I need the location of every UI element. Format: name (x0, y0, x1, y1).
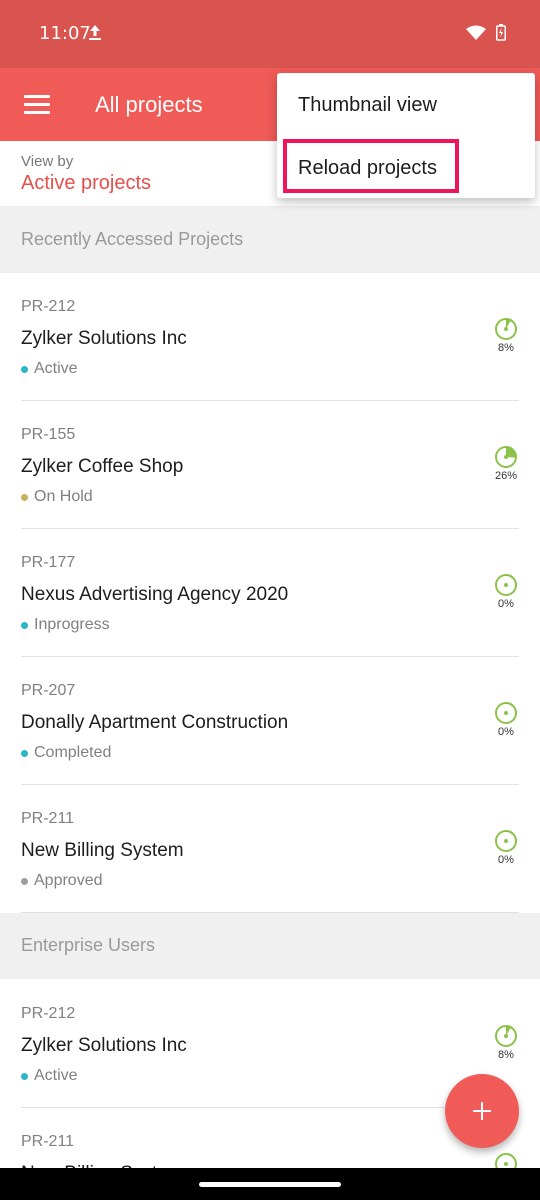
section-title: Recently Accessed Projects (21, 229, 244, 249)
project-id: PR-211 (21, 810, 75, 827)
project-id: PR-212 (21, 298, 76, 315)
progress-indicator: 0% (493, 701, 519, 738)
status-label: Approved (34, 872, 103, 889)
project-id: PR-211 (21, 1133, 75, 1150)
project-row[interactable]: PR-207 Donally Apartment Construction Co… (0, 657, 540, 785)
home-gesture-handle[interactable] (199, 1182, 341, 1187)
status-dot (21, 493, 28, 501)
progress-percent: 0% (498, 726, 514, 738)
project-name: Zylker Coffee Shop (21, 456, 184, 477)
status-label: Active (34, 360, 78, 377)
progress-percent: 0% (498, 598, 514, 610)
status-dot (21, 877, 28, 885)
status-label: Active (34, 1067, 78, 1084)
progress-ring-icon (493, 445, 519, 469)
system-nav-bar (0, 1168, 540, 1200)
progress-percent: 26% (494, 470, 518, 482)
menu-item-reload-projects[interactable]: Reload projects (298, 157, 437, 180)
menu-item-thumbnail-view[interactable]: Thumbnail view (298, 94, 437, 117)
project-id: PR-155 (21, 426, 76, 443)
project-row[interactable]: PR-211 New Billing System Approved 0% (0, 785, 540, 913)
view-by-value[interactable]: Active projects (21, 172, 151, 195)
battery-icon (496, 24, 506, 46)
project-status: Active (21, 360, 78, 378)
progress-ring-icon (493, 701, 519, 725)
status-label: Inprogress (34, 616, 110, 633)
project-status: Approved (21, 872, 103, 890)
project-id: PR-212 (21, 1005, 76, 1022)
project-row[interactable]: PR-212 Zylker Solutions Inc Active 8% (0, 273, 540, 401)
progress-indicator: 26% (493, 445, 519, 482)
progress-ring-icon (493, 1024, 519, 1048)
progress-percent: 8% (498, 1049, 514, 1061)
project-row[interactable]: PR-155 Zylker Coffee Shop On Hold 26% (0, 401, 540, 529)
status-dot (21, 365, 28, 373)
progress-ring-icon (493, 317, 519, 341)
project-name: Zylker Solutions Inc (21, 1035, 187, 1056)
status-dot (21, 621, 28, 629)
project-id: PR-177 (21, 554, 76, 571)
progress-percent: 0% (498, 854, 514, 866)
project-name: Zylker Solutions Inc (21, 328, 187, 349)
page-title: All projects (95, 92, 203, 117)
progress-percent: 8% (498, 342, 514, 354)
project-status: Active (21, 1067, 78, 1085)
section-header-enterprise: Enterprise Users (0, 913, 540, 979)
progress-indicator: 0% (493, 573, 519, 610)
project-name: Donally Apartment Construction (21, 712, 289, 733)
status-label: On Hold (34, 488, 93, 505)
add-project-button[interactable] (445, 1074, 519, 1148)
project-status: On Hold (21, 488, 93, 506)
status-bar: 11:07 (0, 0, 540, 68)
section-header-recent: Recently Accessed Projects (0, 207, 540, 273)
project-id: PR-207 (21, 682, 76, 699)
status-label: Completed (34, 744, 112, 761)
section-title: Enterprise Users (21, 935, 156, 955)
wifi-icon (466, 25, 486, 46)
project-status: Inprogress (21, 616, 110, 634)
progress-ring-icon (493, 829, 519, 853)
hamburger-menu-icon[interactable] (24, 95, 50, 115)
upload-icon (88, 24, 102, 47)
progress-indicator: 8% (493, 1024, 519, 1061)
project-row[interactable]: PR-177 Nexus Advertising Agency 2020 Inp… (0, 529, 540, 657)
progress-ring-icon (493, 573, 519, 597)
progress-indicator: 0% (493, 829, 519, 866)
status-time: 11:07 (39, 23, 91, 44)
project-name: New Billing System (21, 840, 184, 861)
view-by-label: View by (21, 153, 74, 170)
status-dot (21, 1072, 28, 1080)
progress-indicator: 8% (493, 317, 519, 354)
status-dot (21, 749, 28, 757)
project-status: Completed (21, 744, 111, 762)
project-name: Nexus Advertising Agency 2020 (21, 584, 289, 605)
overflow-menu: Thumbnail view Reload projects (277, 73, 535, 198)
